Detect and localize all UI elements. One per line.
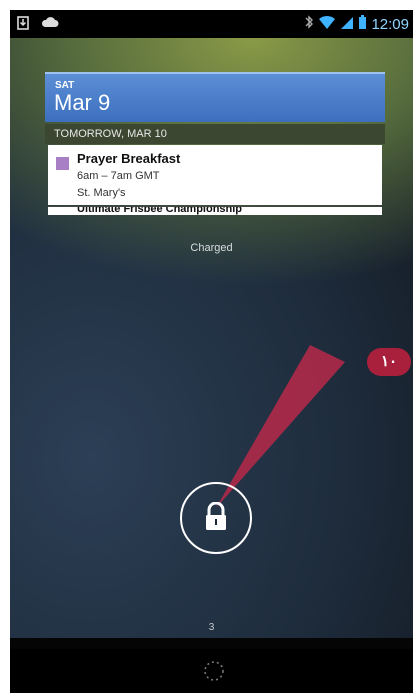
signal-icon bbox=[340, 14, 354, 35]
dotted-circle-icon[interactable] bbox=[202, 659, 226, 683]
event-color-swatch bbox=[56, 157, 69, 170]
next-event-title: Ultimate Frisbee Championship bbox=[77, 206, 243, 215]
unlock-button[interactable] bbox=[180, 482, 252, 554]
charging-status: Charged bbox=[190, 242, 233, 254]
event-title: Prayer Breakfast bbox=[77, 151, 181, 166]
download-icon bbox=[16, 15, 30, 31]
calendar-date-header[interactable]: SAT Mar 9 bbox=[45, 72, 385, 122]
nav-bar bbox=[10, 649, 413, 693]
bluetooth-icon bbox=[304, 14, 314, 35]
calendar-date: Mar 9 bbox=[54, 90, 111, 115]
calendar-event-next[interactable]: Ultimate Frisbee Championship bbox=[48, 206, 382, 215]
calendar-event[interactable]: Prayer Breakfast 6am – 7am GMT St. Mary'… bbox=[48, 145, 382, 205]
lock-icon bbox=[206, 502, 226, 530]
phone-screen: 12:09 SAT Mar 9 TOMORROW, MAR 10 Prayer … bbox=[10, 10, 413, 693]
event-location: St. Mary's bbox=[77, 187, 126, 199]
event-time: 6am – 7am GMT bbox=[77, 170, 160, 182]
calendar-widget[interactable]: SAT Mar 9 TOMORROW, MAR 10 Prayer Breakf… bbox=[45, 72, 385, 228]
status-time: 12:09 bbox=[371, 16, 409, 33]
battery-icon bbox=[358, 14, 367, 35]
cloud-icon bbox=[40, 15, 60, 31]
wifi-icon bbox=[318, 14, 336, 35]
status-bar: 12:09 bbox=[10, 10, 413, 38]
page-indicator: 3 bbox=[208, 622, 215, 633]
calendar-section-header: TOMORROW, MAR 10 bbox=[45, 124, 385, 144]
callout-badge: ١٠ bbox=[367, 348, 411, 376]
